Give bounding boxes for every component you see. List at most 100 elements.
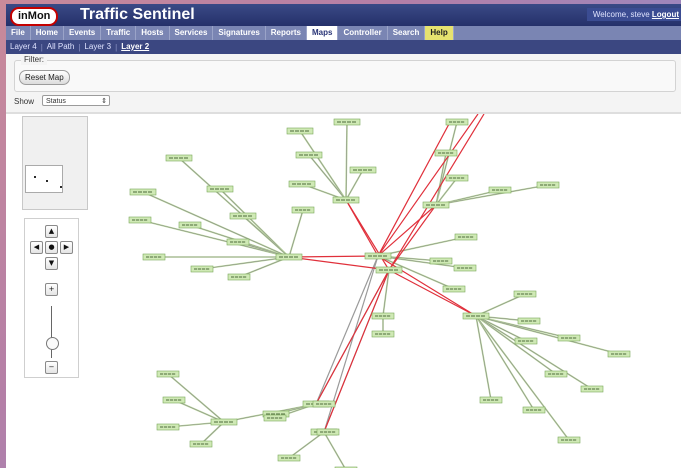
map-node-label-glyph <box>481 315 485 317</box>
map-node-label-glyph <box>341 199 345 201</box>
map-node-label-glyph <box>611 353 615 355</box>
map-node-label-glyph <box>314 154 318 156</box>
map-node-label-glyph <box>206 268 210 270</box>
tab-layer-3[interactable]: Layer 3 <box>80 40 115 54</box>
logout-link[interactable]: Logout <box>652 10 679 19</box>
pan-down-button[interactable]: ▼ <box>45 257 58 270</box>
map-node-label-glyph <box>166 399 170 401</box>
map-alert-link <box>377 204 437 257</box>
menu-item-signatures[interactable]: Signatures <box>213 26 266 40</box>
inmon-logo: inMon <box>10 7 59 26</box>
map-node-label-glyph <box>297 183 301 185</box>
tab-layer-4[interactable]: Layer 4 <box>6 40 41 54</box>
filter-legend: Filter: <box>21 55 47 65</box>
map-node-label-glyph <box>483 399 487 401</box>
zoom-slider-handle[interactable] <box>46 337 59 350</box>
show-select[interactable]: Status ⇕ <box>42 95 110 106</box>
map-node-label-glyph <box>164 426 168 428</box>
pan-center-button[interactable]: ● <box>45 241 58 254</box>
welcome-area: Welcome, steve Logout <box>586 8 681 21</box>
map-node-label-glyph <box>351 199 355 201</box>
overview-node-dot <box>34 176 36 178</box>
zoom-slider-track[interactable] <box>51 306 52 358</box>
map-node-label-glyph <box>438 152 442 154</box>
menu-item-file[interactable]: File <box>6 26 31 40</box>
map-node-label-glyph <box>238 215 242 217</box>
menu-item-events[interactable]: Events <box>64 26 102 40</box>
map-node-label-glyph <box>450 152 454 154</box>
menu-item-controller[interactable]: Controller <box>338 26 388 40</box>
menu-item-traffic[interactable]: Traffic <box>101 26 137 40</box>
map-node-label-glyph <box>197 443 201 445</box>
map-node-label-glyph <box>336 199 340 201</box>
map-node-label-glyph <box>279 417 283 419</box>
map-node-label-glyph <box>522 340 526 342</box>
map-node-label-glyph <box>332 431 336 433</box>
tab-layer-2[interactable]: Layer 2 <box>117 40 153 54</box>
show-row: Show Status ⇕ <box>14 95 110 108</box>
menu-item-home[interactable]: Home <box>31 26 65 40</box>
map-node-label-glyph <box>271 417 275 419</box>
menu-item-reports[interactable]: Reports <box>266 26 307 40</box>
zoom-out-button[interactable]: − <box>45 361 58 374</box>
map-node-label-glyph <box>320 431 324 433</box>
map-node-label-glyph <box>492 189 496 191</box>
map-node-label-glyph <box>154 256 158 258</box>
map-node-label-glyph <box>170 399 174 401</box>
map-node-label-glyph <box>383 315 387 317</box>
map-node-label-glyph <box>160 426 164 428</box>
tab-all-path[interactable]: All Path <box>43 40 79 54</box>
map-node-label-glyph <box>284 256 288 258</box>
map-node-label-glyph <box>235 276 239 278</box>
map-node-label-glyph <box>184 157 188 159</box>
map-node-label-glyph <box>179 157 183 159</box>
map-node-label-glyph <box>565 337 569 339</box>
map-node-label-glyph <box>446 288 450 290</box>
filter-panel: Filter: Reset Map Show Status ⇕ <box>6 54 681 112</box>
map-node-label-glyph <box>299 154 303 156</box>
reset-map-button[interactable]: Reset Map <box>19 70 70 85</box>
map-node-label-glyph <box>169 157 173 159</box>
map-node-label-glyph <box>469 267 473 269</box>
pan-left-button[interactable]: ◀ <box>30 241 43 254</box>
map-node-label-glyph <box>248 215 252 217</box>
map-node-label-glyph <box>231 276 235 278</box>
network-map[interactable] <box>6 114 681 468</box>
map-node-label-glyph <box>368 169 372 171</box>
map-node-label-glyph <box>526 409 530 411</box>
map-node-label-glyph <box>324 431 328 433</box>
pan-up-button[interactable]: ▲ <box>45 225 58 238</box>
zoom-in-button[interactable]: + <box>45 283 58 296</box>
map-node-label-glyph <box>307 183 311 185</box>
map-node-label-glyph <box>309 154 313 156</box>
overview-map[interactable] <box>22 116 88 210</box>
menu-item-help[interactable]: Help <box>425 26 454 40</box>
map-alert-link <box>345 199 390 271</box>
map-node-label-glyph <box>281 457 285 459</box>
overview-viewport[interactable] <box>25 165 63 193</box>
map-node-label-glyph <box>194 224 198 226</box>
map-node-label-glyph <box>504 189 508 191</box>
map-node-label-glyph <box>230 241 234 243</box>
map-node-label-glyph <box>243 215 247 217</box>
map-node-label-glyph <box>471 315 475 317</box>
select-arrows-icon: ⇕ <box>101 98 107 105</box>
menu-item-search[interactable]: Search <box>388 26 426 40</box>
map-node-label-glyph <box>544 184 548 186</box>
map-node-label-glyph <box>379 333 383 335</box>
menu-item-hosts[interactable]: Hosts <box>136 26 170 40</box>
map-node-label-glyph <box>133 191 137 193</box>
map-node-label-glyph <box>529 320 533 322</box>
map-node-label-glyph <box>219 421 223 423</box>
map-link-core <box>475 315 593 390</box>
map-node-label-glyph <box>300 130 304 132</box>
map-node-label-glyph <box>140 219 144 221</box>
map-node-label-glyph <box>441 204 445 206</box>
map-node-label-glyph <box>379 269 383 271</box>
pan-right-button[interactable]: ▶ <box>60 241 73 254</box>
menu-item-maps[interactable]: Maps <box>307 26 339 40</box>
map-node-label-glyph <box>295 130 299 132</box>
map-node-label-glyph <box>517 293 521 295</box>
map-node-label-glyph <box>239 276 243 278</box>
menu-item-services[interactable]: Services <box>170 26 214 40</box>
